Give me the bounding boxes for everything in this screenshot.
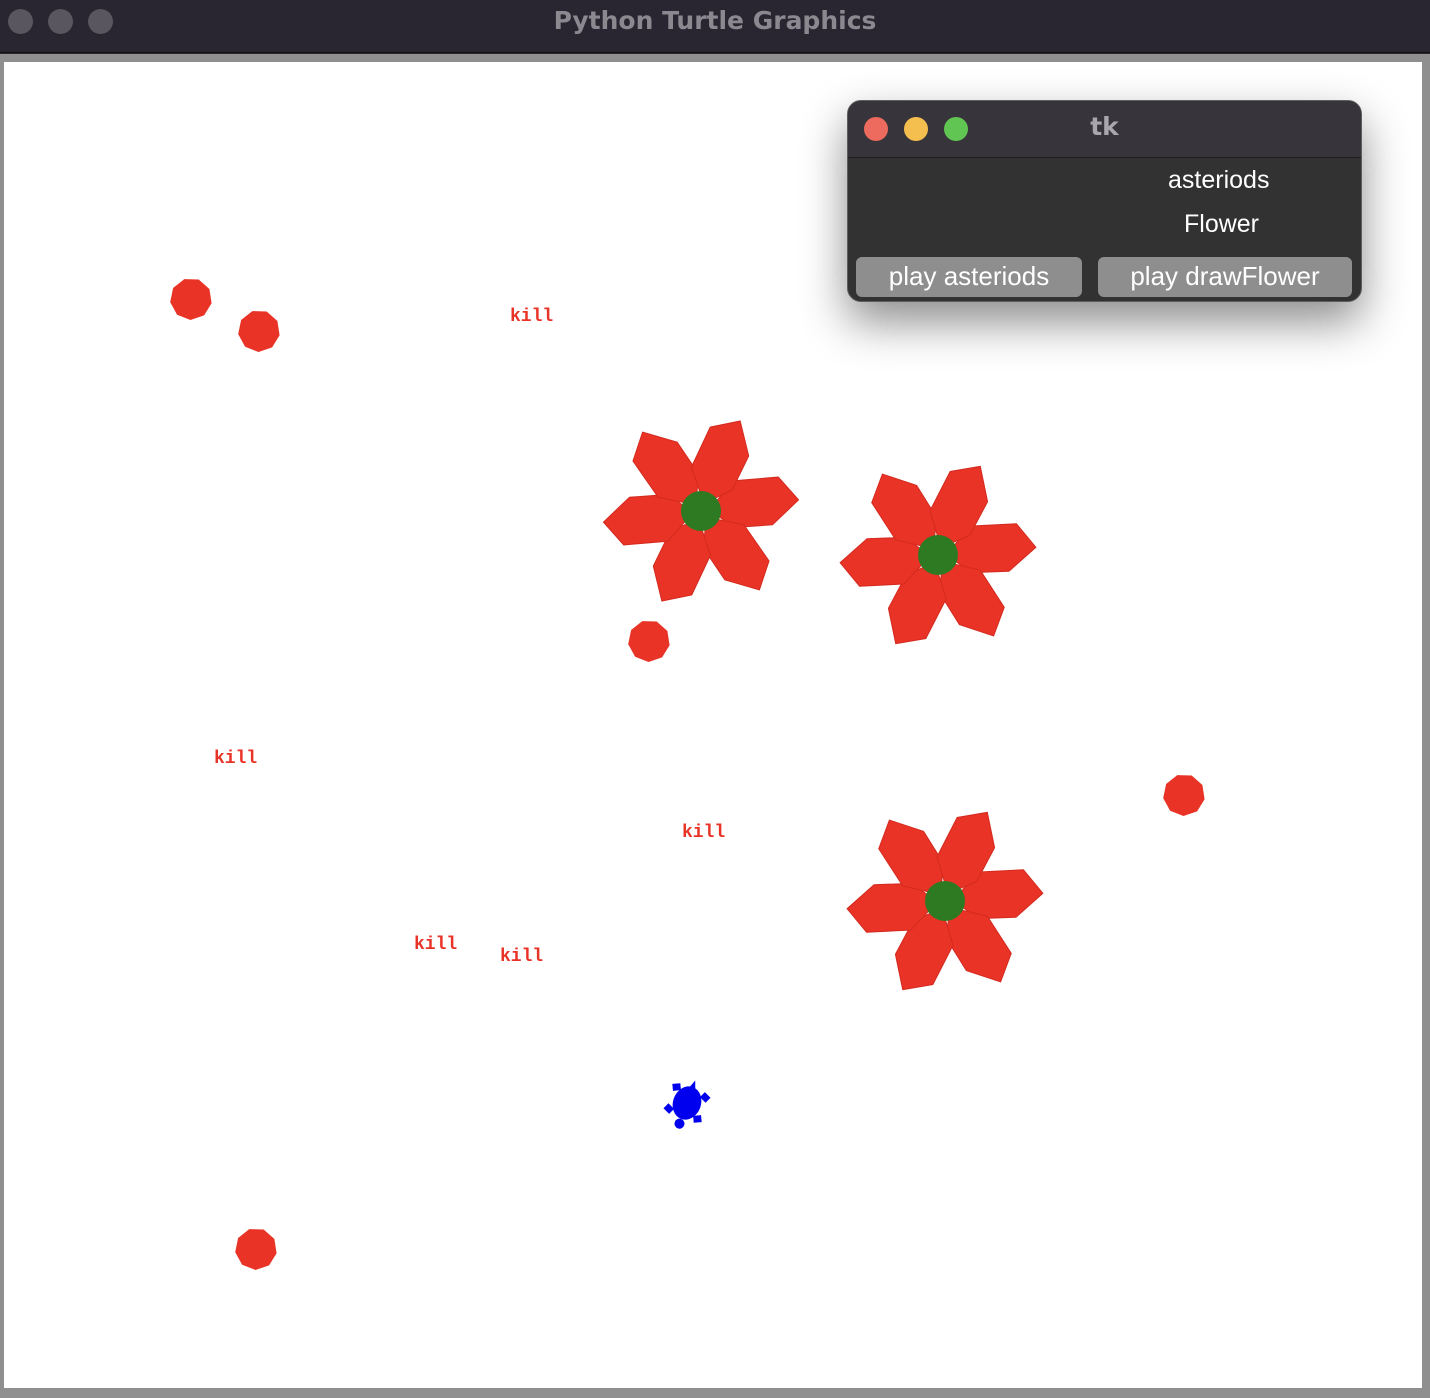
flower-center: [925, 881, 965, 921]
flower-label: Flower: [1184, 210, 1260, 238]
flower: [602, 420, 800, 602]
play-asteroids-button[interactable]: play asteriods: [856, 257, 1082, 297]
flower-center: [681, 491, 721, 531]
tk-window: tk asteriods Flower play asteriods play …: [847, 100, 1362, 302]
asteroid: [235, 1229, 277, 1270]
kill-label: kill: [500, 947, 543, 967]
flower: [846, 811, 1044, 991]
kill-label: kill: [214, 749, 257, 769]
flower-center: [918, 535, 958, 575]
asteroids-label: asteriods: [1168, 166, 1270, 194]
kill-label: kill: [414, 935, 457, 955]
main-window-titlebar: Python Turtle Graphics: [0, 0, 1430, 53]
kill-label: kill: [510, 307, 553, 327]
asteroids-group: [170, 279, 1205, 1270]
play-drawflower-button[interactable]: play drawFlower: [1098, 257, 1352, 297]
asteroid: [238, 311, 280, 352]
tk-title: tk: [1090, 112, 1119, 141]
asteroid: [628, 621, 670, 662]
kill-label: kill: [682, 823, 725, 843]
asteroid: [170, 279, 212, 320]
window-title: Python Turtle Graphics: [553, 6, 877, 35]
tk-titlebar: tk: [848, 101, 1361, 158]
flowers-group: [602, 420, 1044, 991]
asteroid: [1163, 775, 1205, 816]
turtle-icon: [663, 1080, 711, 1129]
flower: [839, 465, 1037, 645]
